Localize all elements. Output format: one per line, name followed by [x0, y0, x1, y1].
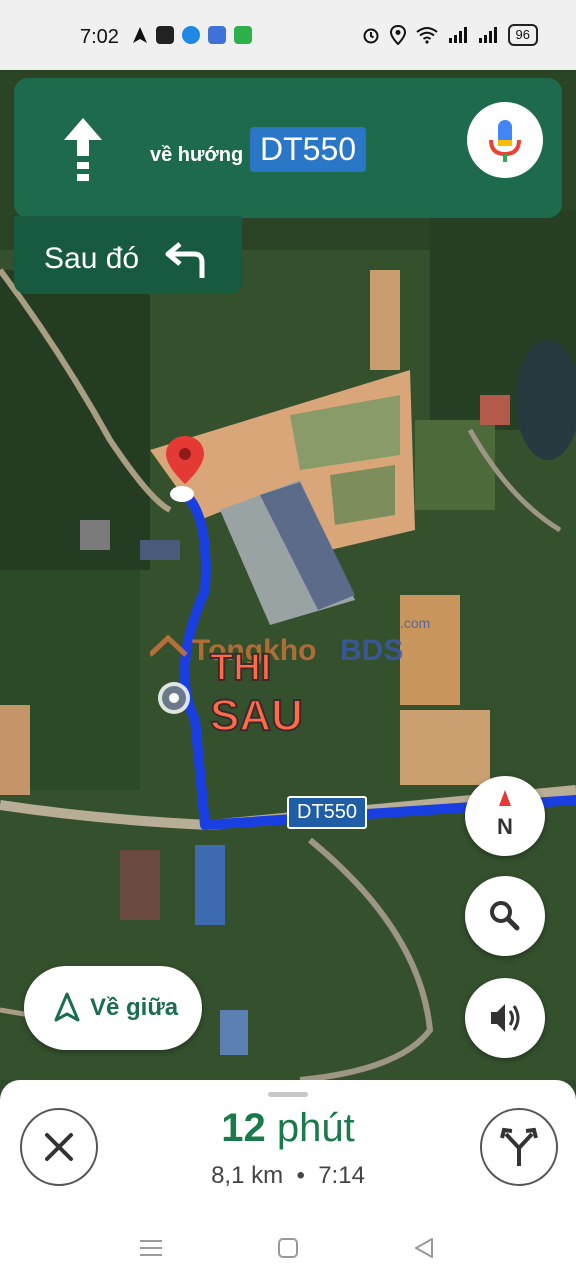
alternate-routes-button[interactable]	[480, 1108, 558, 1186]
system-navigation-bar	[140, 1238, 433, 1258]
status-time: 7:02	[80, 26, 119, 48]
recenter-button[interactable]: Về giữa	[24, 966, 202, 1050]
svg-text:BDS: BDS	[340, 634, 403, 667]
svg-text:SAU: SAU	[210, 691, 303, 740]
recenter-label: Về giữa	[90, 994, 179, 1021]
search-icon	[490, 901, 520, 931]
destination-marker-icon	[158, 682, 190, 714]
arrow-straight-icon	[64, 118, 102, 181]
eta-value: 12	[221, 1106, 266, 1150]
notification-icons	[132, 26, 252, 44]
app-blue-icon	[182, 26, 200, 44]
road-name-pill: DT550	[250, 127, 367, 172]
alarm-icon	[363, 28, 379, 44]
compass-icon: N	[497, 790, 513, 839]
back-icon[interactable]	[415, 1238, 433, 1258]
search-button[interactable]	[465, 876, 545, 956]
watermark-logo: Tongkho BDS .com THI SAU	[150, 615, 430, 741]
svg-text:THI: THI	[210, 647, 271, 689]
turn-left-icon	[165, 242, 205, 278]
eta-unit: phút	[276, 1106, 355, 1150]
system-status-icons: 96	[362, 24, 538, 46]
then-label: Sau đó	[44, 242, 140, 275]
app-mail-icon	[208, 26, 226, 44]
svg-text:.com: .com	[400, 615, 430, 631]
wifi-icon	[415, 27, 438, 44]
status-bar: 7:02 96	[0, 0, 576, 70]
app-h-icon	[156, 26, 174, 44]
navigation-arrow-icon	[54, 992, 80, 1022]
navigation-arrow-icon	[133, 27, 147, 43]
toward-label: về hướng	[150, 144, 244, 166]
volume-icon	[491, 1004, 520, 1032]
location-pin-icon	[166, 436, 204, 502]
signal-icon	[448, 27, 467, 43]
app-green-icon	[234, 26, 252, 44]
trip-distance: 8,1 km	[211, 1162, 284, 1189]
battery-icon: 96	[507, 24, 538, 46]
home-icon[interactable]	[278, 1238, 298, 1258]
arrival-time: 7:14	[318, 1162, 365, 1189]
location-icon	[389, 25, 406, 45]
menu-icon[interactable]	[140, 1240, 162, 1256]
signal-icon	[478, 27, 497, 43]
drag-handle[interactable]	[268, 1092, 308, 1097]
microphone-button[interactable]	[467, 102, 543, 178]
map-road-label: DT550	[287, 796, 368, 829]
sound-button[interactable]	[465, 978, 545, 1058]
compass-button[interactable]: N	[465, 776, 545, 856]
route-fork-icon	[500, 1127, 538, 1166]
microphone-icon	[489, 120, 521, 162]
compass-label: N	[497, 814, 513, 839]
trip-separator: •	[296, 1162, 305, 1189]
